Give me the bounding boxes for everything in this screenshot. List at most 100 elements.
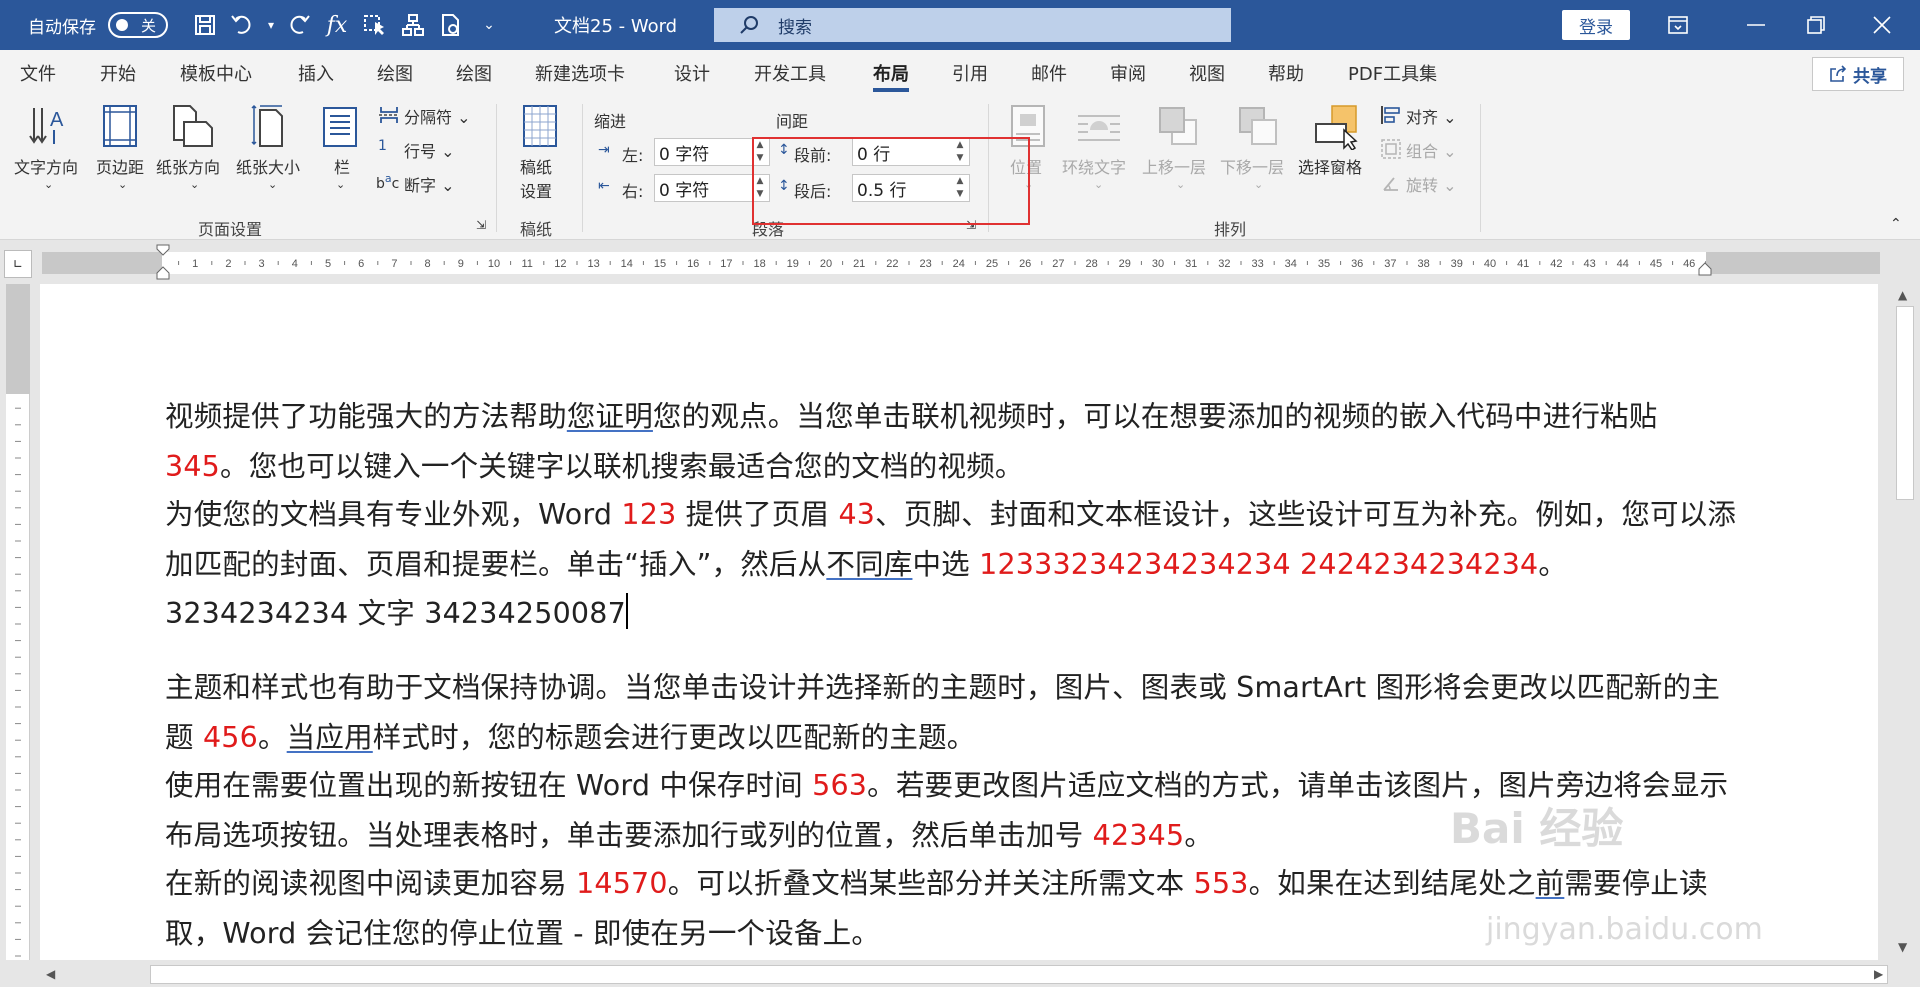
- search-box[interactable]: 搜索: [714, 8, 1231, 42]
- paper-size-button[interactable]: 纸张大小: [236, 154, 300, 178]
- tab-draw-1[interactable]: 绘图: [377, 50, 413, 96]
- bring-forward-icon[interactable]: [1156, 104, 1200, 152]
- bring-forward-dropdown-icon[interactable]: ⌄: [1176, 178, 1185, 191]
- scroll-right-icon[interactable]: ▶: [1874, 967, 1883, 981]
- minimize-icon[interactable]: [1726, 0, 1786, 50]
- tab-file[interactable]: 文件: [20, 50, 56, 96]
- group-icon[interactable]: [1380, 138, 1402, 164]
- tab-help[interactable]: 帮助: [1268, 50, 1304, 96]
- wrap-text-icon[interactable]: [1076, 108, 1122, 152]
- tab-insert[interactable]: 插入: [298, 50, 334, 96]
- group-button[interactable]: 组合 ⌄: [1406, 138, 1457, 162]
- tab-review[interactable]: 审阅: [1110, 50, 1146, 96]
- send-backward-dropdown-icon[interactable]: ⌄: [1254, 178, 1263, 191]
- tab-home[interactable]: 开始: [100, 50, 136, 96]
- vertical-scroll-thumb[interactable]: [1896, 306, 1914, 500]
- tab-references[interactable]: 引用: [952, 50, 988, 96]
- page-setup-dialog-launcher-icon[interactable]: ⇲: [476, 218, 486, 232]
- text-direction-button[interactable]: 文字方向: [14, 154, 78, 178]
- vertical-ruler[interactable]: [6, 284, 30, 960]
- tab-design[interactable]: 设计: [674, 50, 710, 96]
- hyphenation-icon[interactable]: bac: [376, 172, 399, 192]
- horizontal-scroll-thumb[interactable]: [150, 965, 1888, 984]
- undo-dropdown-icon[interactable]: ▾: [262, 5, 280, 45]
- rotate-button[interactable]: 旋转 ⌄: [1406, 172, 1457, 196]
- document-page[interactable]: 视频提供了功能强大的方法帮助您证明您的观点。当您单击联机视频时，可以在想要添加的…: [40, 284, 1878, 960]
- selection-pane-icon[interactable]: [1314, 104, 1360, 154]
- breaks-button[interactable]: 分隔符 ⌄: [404, 104, 471, 128]
- bring-forward-button[interactable]: 上移一层: [1142, 154, 1206, 178]
- restore-icon[interactable]: [1786, 0, 1846, 50]
- scroll-down-icon[interactable]: ▼: [1898, 940, 1907, 954]
- tab-draw-2[interactable]: 绘图: [456, 50, 492, 96]
- ribbon-display-icon[interactable]: [1648, 0, 1708, 50]
- autosave-toggle[interactable]: 关: [108, 12, 168, 38]
- paragraph-2[interactable]: 为使您的文档具有专业外观，Word 123 提供了页眉 43、页脚、封面和文本框…: [165, 490, 1743, 639]
- orientation-dropdown-icon[interactable]: ⌄: [190, 178, 199, 191]
- columns-button[interactable]: 栏: [334, 154, 350, 178]
- margins-icon[interactable]: [100, 104, 140, 152]
- ruler-number: 34: [1285, 258, 1297, 270]
- paper-size-dropdown-icon[interactable]: ⌄: [268, 178, 277, 191]
- paragraph-3[interactable]: 主题和样式也有助于文档保持协调。当您单击设计并选择新的主题时，图片、图表或 Sm…: [165, 663, 1743, 762]
- text-run: 提供了页眉: [676, 498, 839, 531]
- customize-toolbar-icon[interactable]: ⌄: [470, 5, 508, 45]
- document-export-icon[interactable]: [432, 5, 470, 45]
- paper-size-icon[interactable]: [250, 104, 290, 152]
- breaks-icon[interactable]: [378, 104, 400, 130]
- text-run: 在新的阅读视图中阅读更加容易: [165, 867, 577, 900]
- undo-icon[interactable]: [224, 5, 262, 45]
- columns-dropdown-icon[interactable]: ⌄: [336, 178, 345, 191]
- tab-developer[interactable]: 开发工具: [754, 50, 826, 96]
- right-indent-marker-icon[interactable]: [1698, 262, 1712, 282]
- rotate-icon[interactable]: [1380, 172, 1402, 198]
- tab-mailings[interactable]: 邮件: [1031, 50, 1067, 96]
- tab-selector-icon[interactable]: ∟: [4, 250, 32, 278]
- align-button[interactable]: 对齐 ⌄: [1406, 104, 1457, 128]
- watermark-url: jingyan.baidu.com: [1486, 912, 1763, 947]
- scroll-up-icon[interactable]: ▲: [1898, 288, 1907, 302]
- select-objects-icon[interactable]: [356, 5, 394, 45]
- save-icon[interactable]: [186, 5, 224, 45]
- ruler-right-margin: [1706, 252, 1880, 274]
- tab-template-center[interactable]: 模板中心: [180, 50, 252, 96]
- paragraph-1[interactable]: 视频提供了功能强大的方法帮助您证明您的观点。当您单击联机视频时，可以在想要添加的…: [165, 392, 1743, 491]
- manuscript-icon[interactable]: [522, 104, 558, 152]
- send-backward-button[interactable]: 下移一层: [1220, 154, 1284, 178]
- close-icon[interactable]: [1852, 0, 1912, 50]
- tab-layout[interactable]: 布局: [873, 50, 909, 96]
- tab-view[interactable]: 视图: [1189, 50, 1225, 96]
- indent-left-icon: ⇥: [598, 142, 610, 158]
- collapse-ribbon-icon[interactable]: ⌃: [1890, 216, 1902, 232]
- align-icon[interactable]: [1380, 104, 1402, 130]
- redo-icon[interactable]: [280, 5, 318, 45]
- orientation-button[interactable]: 纸张方向: [156, 154, 220, 178]
- tab-new-tab[interactable]: 新建选项卡: [535, 50, 625, 96]
- function-icon[interactable]: fx: [318, 5, 356, 45]
- margins-button[interactable]: 页边距: [96, 154, 144, 178]
- scroll-left-icon[interactable]: ◀: [46, 967, 55, 981]
- first-line-indent-marker-icon[interactable]: [156, 244, 170, 286]
- text-run: 中选: [912, 547, 980, 581]
- line-numbers-icon[interactable]: 1: [378, 138, 387, 154]
- share-button[interactable]: 共享: [1812, 57, 1904, 91]
- line-numbers-button[interactable]: 行号 ⌄: [404, 138, 455, 162]
- org-chart-icon[interactable]: [394, 5, 432, 45]
- hyphenation-button[interactable]: 断字 ⌄: [404, 172, 455, 196]
- login-button[interactable]: 登录: [1562, 10, 1630, 40]
- text-direction-dropdown-icon[interactable]: ⌄: [44, 178, 53, 191]
- ruler-bar[interactable]: 3211234567891011121314151617181920212223…: [42, 252, 1880, 274]
- manuscript-settings-button[interactable]: 稿纸 设置: [520, 154, 552, 202]
- selection-pane-button[interactable]: 选择窗格: [1298, 154, 1362, 178]
- text-direction-icon[interactable]: A: [28, 104, 72, 152]
- columns-icon[interactable]: [322, 106, 358, 152]
- orientation-icon[interactable]: [170, 104, 214, 152]
- margins-dropdown-icon[interactable]: ⌄: [118, 178, 127, 191]
- send-backward-icon[interactable]: [1236, 104, 1280, 152]
- ruler-number: 8: [425, 258, 431, 270]
- tab-pdf-tools[interactable]: PDF工具集: [1348, 50, 1437, 96]
- ribbon-tabs: 文件 开始 模板中心 插入 绘图 绘图 新建选项卡 设计 开发工具 布局 引用 …: [0, 50, 1920, 96]
- ruler-number: 39: [1451, 258, 1463, 270]
- wrap-text-dropdown-icon[interactable]: ⌄: [1094, 178, 1103, 191]
- wrap-text-button[interactable]: 环绕文字: [1062, 154, 1126, 178]
